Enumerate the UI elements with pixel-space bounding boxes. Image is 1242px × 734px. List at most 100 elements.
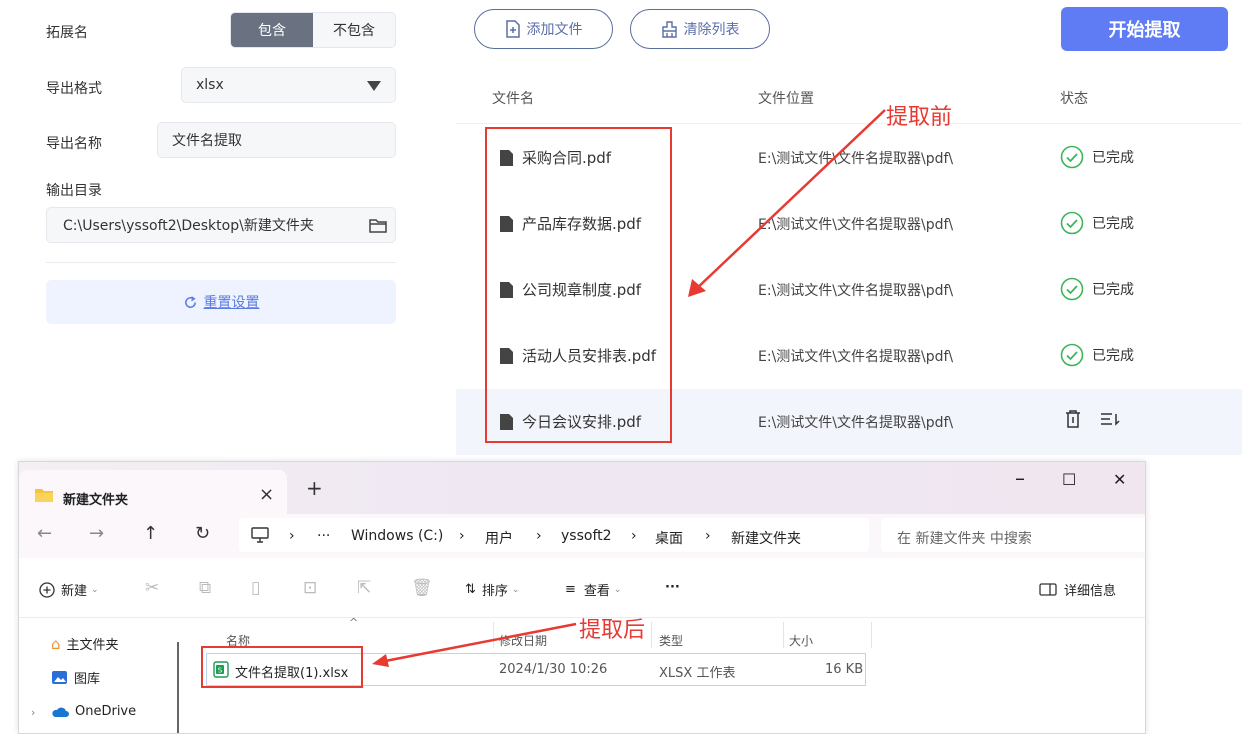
include-option[interactable]: 包含 <box>231 13 313 47</box>
new-label: 新建 <box>61 584 88 599</box>
export-name-label: 导出名称 <box>46 136 102 152</box>
view-label: 查看 <box>583 584 610 599</box>
status-text: 已完成 <box>1092 348 1134 364</box>
new-tab-icon[interactable]: + <box>306 476 323 500</box>
exclude-option[interactable]: 不包含 <box>313 13 395 47</box>
sidebar-item-label: 图库 <box>74 672 101 687</box>
chevron-down-icon: ⌄ <box>613 584 622 595</box>
column-divider[interactable] <box>651 622 652 648</box>
refresh-icon <box>184 295 196 308</box>
paste-icon[interactable]: ▯ <box>251 578 260 598</box>
arrow-after-icon <box>372 622 577 667</box>
details-label: 详细信息 <box>1064 584 1117 599</box>
col-filename: 文件名 <box>492 91 534 107</box>
folder-icon[interactable] <box>369 218 387 233</box>
copy-icon[interactable]: ⧉ <box>199 578 211 598</box>
chevron-right-icon[interactable]: › <box>31 706 35 719</box>
check-circle-icon <box>1060 277 1084 301</box>
output-dir-label: 输出目录 <box>46 183 102 199</box>
cloud-icon <box>52 707 69 717</box>
breadcrumb-drive[interactable]: Windows (C:) <box>351 528 443 544</box>
breadcrumb-separator: › <box>631 528 637 544</box>
arrow-before-icon <box>688 109 886 297</box>
add-file-button[interactable]: 添加文件 <box>474 9 613 49</box>
clear-list-label: 清除列表 <box>683 22 740 38</box>
extension-toggle[interactable]: 包含 不包含 <box>230 12 396 48</box>
plus-circle-icon <box>39 581 55 598</box>
divider <box>46 262 396 263</box>
breadcrumb-separator: › <box>536 528 542 544</box>
breadcrumb-ellipsis[interactable]: ··· <box>317 528 330 544</box>
file-location: E:\测试文件\文件名提取器\pdf\ <box>758 415 954 431</box>
close-icon[interactable]: ✕ <box>1113 470 1126 489</box>
format-select[interactable]: xlsx <box>181 67 396 103</box>
address-bar-area: ← → ↑ ↻ › ··· Windows (C:) › 用户 › yssoft… <box>19 514 1145 558</box>
view-button[interactable]: ≡ 查看 ⌄ <box>565 580 621 599</box>
breadcrumb-separator: › <box>289 528 295 544</box>
sidebar-item-label: 主文件夹 <box>66 638 119 653</box>
sort-button[interactable]: ⇅ 排序 ⌄ <box>465 580 519 599</box>
format-value: xlsx <box>196 77 224 93</box>
up-icon[interactable]: ↑ <box>143 523 158 544</box>
column-divider[interactable] <box>783 622 784 648</box>
cut-icon[interactable]: ✂ <box>145 578 159 598</box>
reset-label: 重置设置 <box>203 295 260 311</box>
col-header-size[interactable]: 大小 <box>789 632 813 649</box>
status-text: 已完成 <box>1092 282 1134 298</box>
status-cell: 已完成 <box>1060 145 1134 169</box>
search-placeholder: 在 新建文件夹 中搜索 <box>897 531 1032 547</box>
refresh-icon[interactable]: ↻ <box>195 523 210 544</box>
tab-close-icon[interactable]: × <box>259 484 274 505</box>
chevron-down-icon: ⌄ <box>511 584 520 595</box>
folder-icon <box>35 489 53 502</box>
search-input[interactable]: 在 新建文件夹 中搜索 <box>881 518 1145 552</box>
check-circle-icon <box>1060 145 1084 169</box>
output-dir-input[interactable]: C:\Users\yssoft2\Desktop\新建文件夹 <box>46 207 396 243</box>
pane-divider <box>177 642 179 733</box>
add-file-icon <box>505 20 520 38</box>
title-bar: 新建文件夹 × + – ☐ ✕ <box>19 462 1145 514</box>
clear-list-button[interactable]: 清除列表 <box>630 9 770 49</box>
details-button[interactable]: 详细信息 <box>1039 580 1116 599</box>
more-options-icon[interactable]: ··· <box>665 580 680 595</box>
delete-icon[interactable]: 🗑 <box>411 578 433 598</box>
details-pane-icon <box>1039 583 1057 596</box>
address-bar[interactable]: › ··· Windows (C:) › 用户 › yssoft2 › 桌面 ›… <box>239 518 869 552</box>
rename-icon[interactable]: ⊡ <box>303 578 317 598</box>
extension-label: 拓展名 <box>46 25 88 41</box>
share-icon[interactable]: ⇱ <box>357 578 371 598</box>
delete-icon[interactable] <box>1064 409 1082 429</box>
output-dir-value: C:\Users\yssoft2\Desktop\新建文件夹 <box>63 218 314 234</box>
status-cell: 已完成 <box>1060 343 1134 367</box>
start-extract-button[interactable]: 开始提取 <box>1061 7 1228 51</box>
sort-icon: ⇅ <box>465 582 476 597</box>
breadcrumb-folder[interactable]: 新建文件夹 <box>731 528 801 548</box>
navigation-pane: ⌂ 主文件夹 图库 › OneDrive <box>19 618 181 733</box>
back-icon[interactable]: ← <box>37 523 52 544</box>
computer-icon <box>251 527 269 543</box>
check-circle-icon <box>1060 211 1084 235</box>
col-header-type[interactable]: 类型 <box>659 632 683 649</box>
home-icon: ⌂ <box>51 634 61 653</box>
highlight-box-before <box>485 127 672 443</box>
sidebar-item-home[interactable]: ⌂ 主文件夹 <box>51 634 119 654</box>
breadcrumb-desktop[interactable]: 桌面 <box>655 528 683 548</box>
export-name-input[interactable]: 文件名提取 <box>157 122 396 158</box>
highlight-box-after <box>201 646 363 688</box>
column-divider[interactable] <box>871 622 872 648</box>
new-button[interactable]: 新建 ⌄ <box>39 580 99 599</box>
broom-icon <box>661 20 677 38</box>
sidebar-item-label: OneDrive <box>75 704 137 719</box>
status-cell: 已完成 <box>1060 211 1134 235</box>
format-label: 导出格式 <box>46 81 102 97</box>
folder-tab[interactable]: 新建文件夹 × <box>19 470 287 514</box>
breadcrumb-user[interactable]: yssoft2 <box>561 528 612 544</box>
reset-settings-button[interactable]: 重置设置 <box>46 280 396 324</box>
forward-icon[interactable]: → <box>89 523 104 544</box>
minimize-icon[interactable]: – <box>1015 466 1025 490</box>
maximize-icon[interactable]: ☐ <box>1062 470 1076 489</box>
sidebar-item-onedrive[interactable]: OneDrive <box>51 704 136 719</box>
sidebar-item-gallery[interactable]: 图库 <box>51 668 100 687</box>
breadcrumb-users[interactable]: 用户 <box>485 528 513 548</box>
more-menu-icon[interactable] <box>1100 411 1120 427</box>
